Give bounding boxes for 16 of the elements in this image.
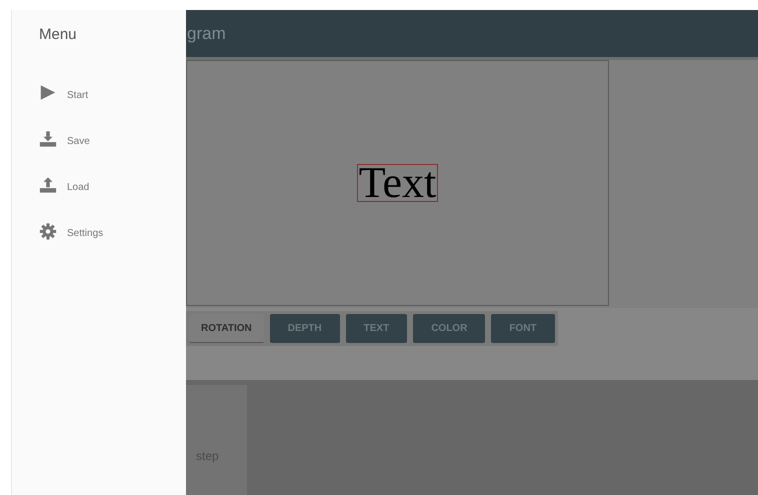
menu-item[interactable]: Load (39, 172, 186, 196)
canvas-text[interactable]: Text (356, 164, 438, 202)
tab[interactable]: ROTATION (189, 314, 264, 343)
menu-item[interactable]: Save (39, 126, 186, 150)
tab[interactable]: TEXT (346, 314, 408, 343)
download-icon (39, 130, 57, 148)
gear-icon (39, 222, 57, 240)
tab[interactable]: DEPTH (270, 314, 340, 343)
upload-icon (39, 176, 57, 194)
drawer-title: Menu (39, 25, 78, 45)
menu-item[interactable]: Start (39, 80, 186, 104)
app-title: gram (187, 22, 226, 45)
tab[interactable]: COLOR (413, 314, 486, 343)
tab[interactable]: FONT (491, 314, 555, 343)
menu-item[interactable]: Settings (39, 218, 186, 242)
play-icon (39, 84, 57, 102)
